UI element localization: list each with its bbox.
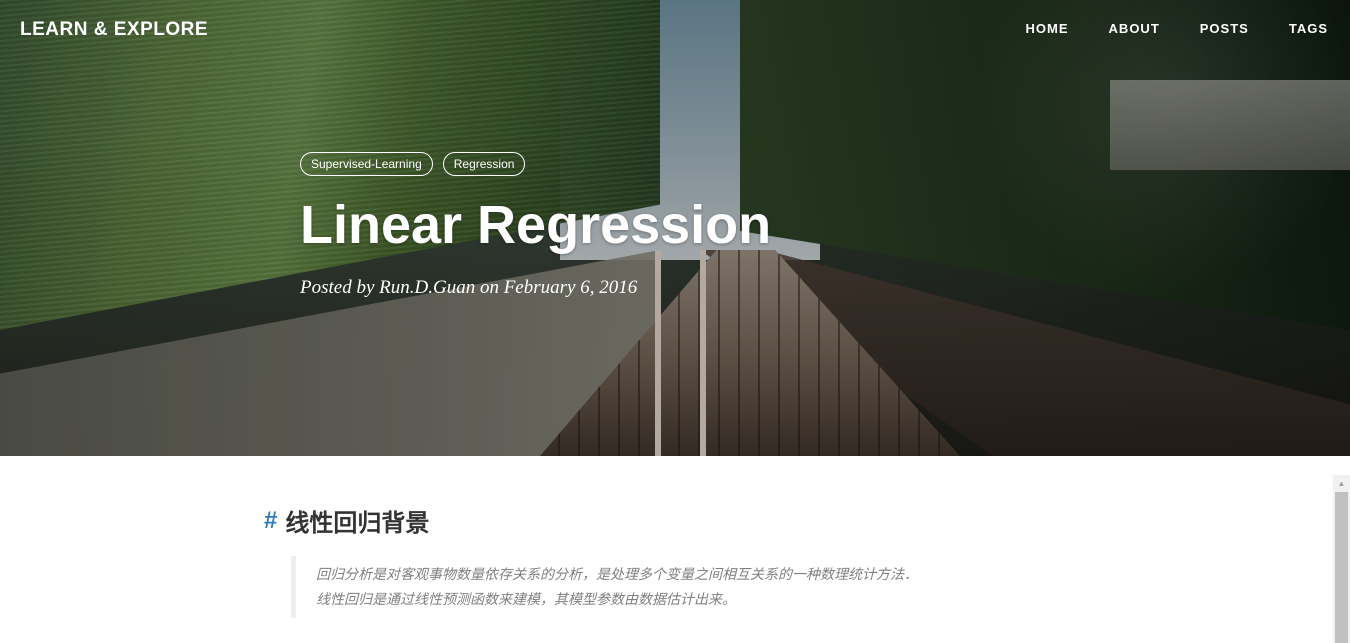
post-heading: Supervised-Learning Regression Linear Re… <box>300 152 1060 299</box>
scrollbar-thumb[interactable] <box>1335 492 1348 643</box>
blockquote: 回归分析是对客观事物数量依存关系的分析，是处理多个变量之间相互关系的一种数理统计… <box>291 556 1084 618</box>
scroll-up-arrow-icon[interactable]: ▲ <box>1333 475 1350 492</box>
tag-regression[interactable]: Regression <box>442 152 526 176</box>
post-content: # 线性回归背景 回归分析是对客观事物数量依存关系的分析，是处理多个变量之间相互… <box>264 503 1084 618</box>
section-title: 线性回归背景 <box>285 510 430 537</box>
vertical-scrollbar[interactable]: ▲ <box>1333 475 1350 643</box>
post-meta: Posted by Run.D.Guan on February 6, 2016 <box>300 277 638 299</box>
section-heading: # 线性回归背景 <box>264 503 1084 538</box>
post-title: Linear Regression <box>300 195 772 255</box>
quote-line-1: 回归分析是对客观事物数量依存关系的分析，是处理多个变量之间相互关系的一种数理统计… <box>316 566 918 582</box>
nav-menu: HOME ABOUT POSTS TAGS <box>986 21 1328 36</box>
top-navbar: LEARN & EXPLORE HOME ABOUT POSTS TAGS <box>0 0 1350 60</box>
site-brand-link[interactable]: LEARN & EXPLORE <box>20 19 208 41</box>
nav-link-about[interactable]: ABOUT <box>1109 21 1160 36</box>
tag-supervised-learning[interactable]: Supervised-Learning <box>300 152 433 176</box>
post-tags: Supervised-Learning Regression <box>300 152 1060 176</box>
nav-link-tags[interactable]: TAGS <box>1289 21 1328 36</box>
quote-line-2: 线性回归是通过线性预测函数来建模，其模型参数由数据估计出来。 <box>316 591 736 607</box>
nav-link-home[interactable]: HOME <box>1026 21 1069 36</box>
nav-link-posts[interactable]: POSTS <box>1200 21 1249 36</box>
heading-anchor-link[interactable]: # <box>264 507 277 535</box>
